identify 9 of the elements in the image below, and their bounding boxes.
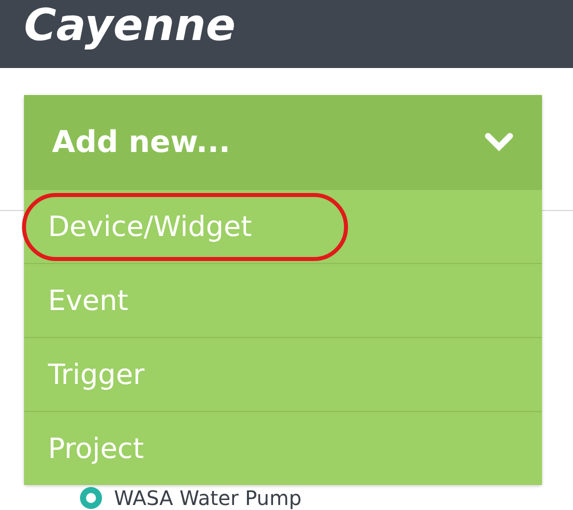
menu-item[interactable]: Trigger — [24, 337, 542, 411]
toggle-icon[interactable] — [80, 487, 102, 509]
app-logo-text: Cayenne — [24, 4, 236, 48]
chevron-icon — [484, 132, 514, 152]
add-new-button[interactable]: Add new... — [24, 95, 542, 189]
menu-item[interactable]: Project — [24, 411, 542, 485]
menu-item[interactable]: Event — [24, 263, 542, 337]
menu-item[interactable]: Device/Widget — [24, 189, 542, 263]
device-name: WASA Water Pump — [114, 487, 302, 509]
